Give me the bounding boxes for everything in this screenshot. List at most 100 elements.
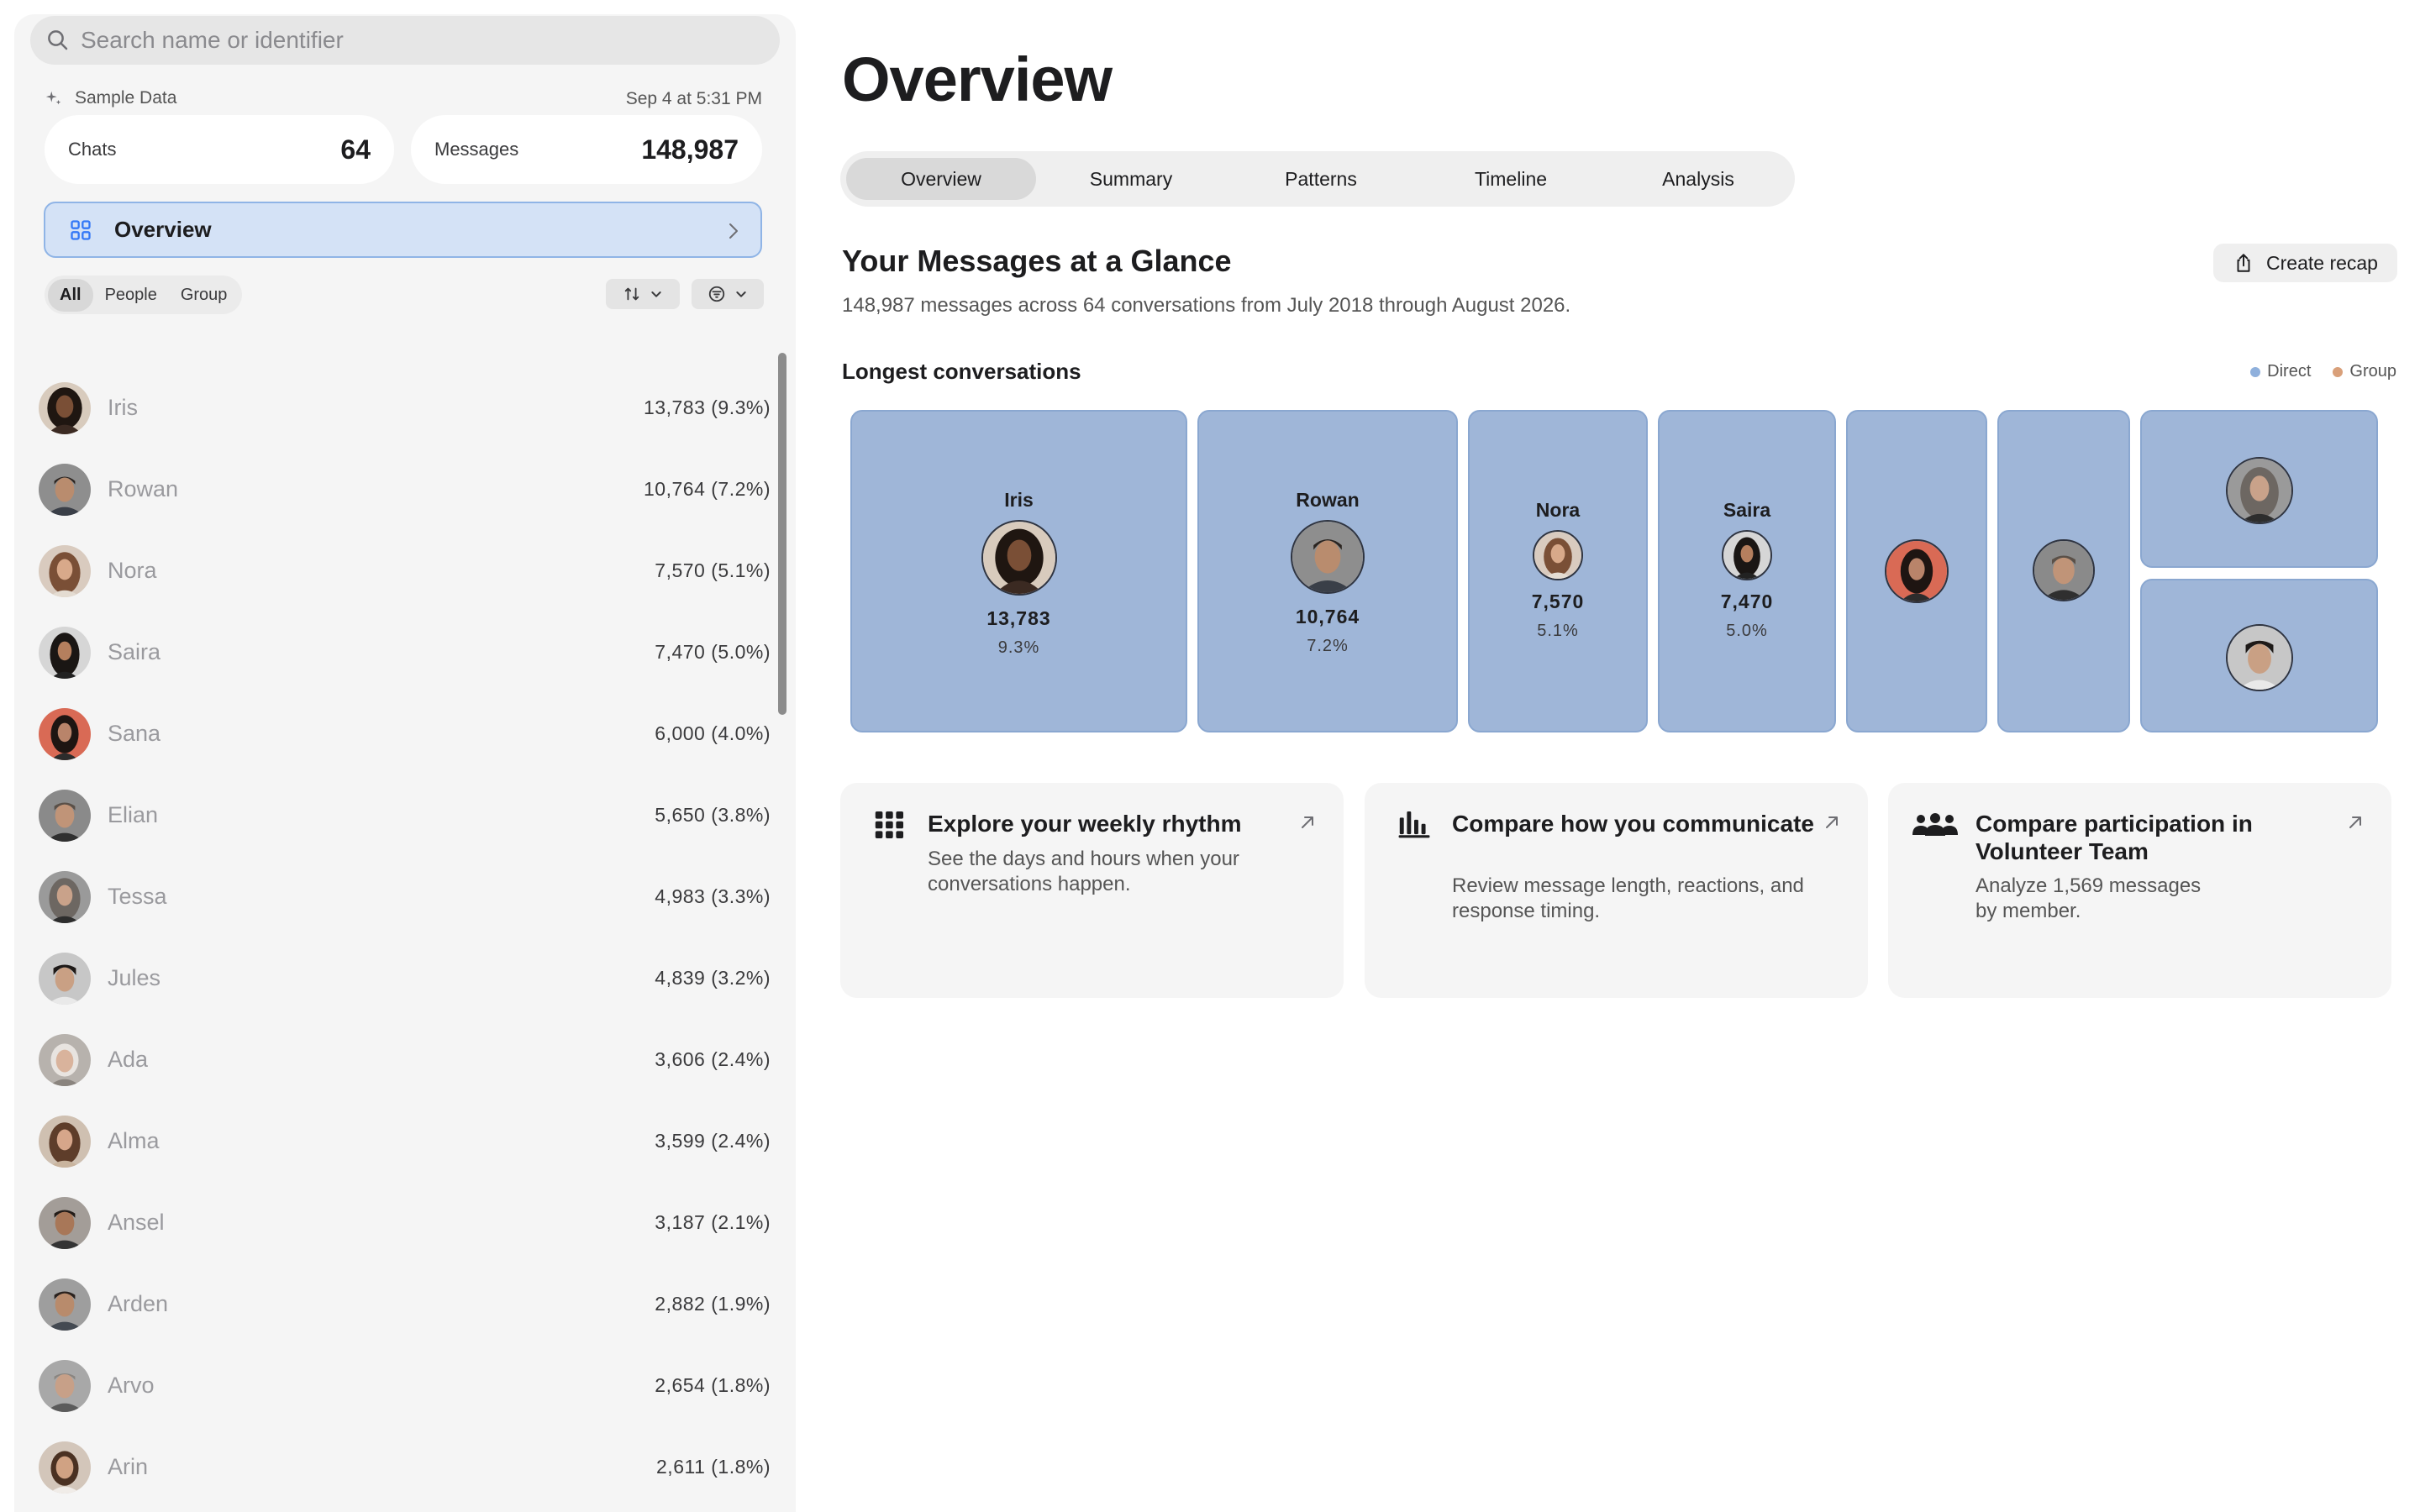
- contact-name: Arin: [108, 1454, 149, 1479]
- contact-row[interactable]: Saira 7,470 (5.0%): [14, 612, 771, 693]
- contact-row[interactable]: Elian 5,650 (3.8%): [14, 774, 771, 856]
- weekly-rhythm-card[interactable]: Explore your weekly rhythm See the days …: [840, 783, 1344, 998]
- legend-direct-label: Direct: [2267, 362, 2312, 381]
- tile-percent: 5.0%: [1726, 622, 1768, 640]
- contact-message-count: 4,839 (3.2%): [655, 967, 771, 989]
- tab-summary[interactable]: Summary: [1036, 158, 1226, 200]
- filter-menu-button[interactable]: [692, 279, 764, 309]
- create-recap-button[interactable]: Create recap: [2213, 244, 2397, 282]
- contact-name: Elian: [108, 802, 159, 827]
- avatar: [2226, 624, 2293, 691]
- tab-overview[interactable]: Overview: [846, 158, 1036, 200]
- grid-dots-icon: [875, 811, 903, 838]
- messages-label: Messages: [434, 139, 519, 160]
- avatar: [39, 544, 91, 597]
- avatar: [1291, 520, 1365, 594]
- avatar: [39, 1359, 91, 1412]
- contact-name: Sana: [108, 721, 161, 746]
- contact-row[interactable]: Arvo 2,654 (1.8%): [14, 1345, 771, 1426]
- filter-group[interactable]: Group: [169, 279, 239, 312]
- data-source: Sample Data: [45, 88, 176, 108]
- avatar: [39, 381, 91, 434]
- chevron-right-icon: [729, 223, 738, 239]
- conversation-type-filter: All People Group: [45, 276, 243, 314]
- treemap-tile[interactable]: Nora 7,570 5.1%: [1468, 410, 1648, 732]
- contact-message-count: 3,187 (2.1%): [655, 1211, 771, 1233]
- avatar: [39, 626, 91, 679]
- contact-row[interactable]: Alma 3,599 (2.4%): [14, 1100, 771, 1182]
- tile-count: 10,764: [1295, 606, 1360, 627]
- contact-name: Tessa: [108, 884, 167, 909]
- treemap-tile[interactable]: [1997, 410, 2130, 732]
- communication-card[interactable]: Compare how you communicate Review messa…: [1365, 783, 1868, 998]
- treemap-tile[interactable]: Saira 7,470 5.0%: [1658, 410, 1836, 732]
- card-description: See the days and hours when your convers…: [928, 848, 1239, 895]
- filter-people[interactable]: People: [93, 279, 169, 312]
- contact-row[interactable]: Arin 2,611 (1.8%): [14, 1426, 771, 1508]
- card-title: Compare how you communicate: [1452, 811, 1814, 837]
- chevron-down-icon: [651, 291, 661, 297]
- contact-name: Rowan: [108, 476, 179, 501]
- treemap-tile[interactable]: Rowan 10,764 7.2%: [1197, 410, 1458, 732]
- share-icon: [2237, 254, 2250, 272]
- avatar: [39, 1278, 91, 1331]
- search-input[interactable]: [81, 27, 753, 54]
- avatar: [2226, 457, 2293, 524]
- arrow-up-right-icon: [1826, 816, 1838, 828]
- tab-analysis[interactable]: Analysis: [1606, 158, 1791, 200]
- contact-row[interactable]: Tessa 4,983 (3.3%): [14, 856, 771, 937]
- source-label: Sample Data: [75, 88, 177, 108]
- glance-title: Your Messages at a Glance: [842, 244, 1232, 278]
- legend-group-label: Group: [2349, 362, 2396, 381]
- avatar: [39, 1033, 91, 1086]
- bar-chart-icon: [1398, 811, 1430, 838]
- contact-row[interactable]: Nora 7,570 (5.1%): [14, 530, 771, 612]
- card-description: Review message length, reactions, and re…: [1452, 874, 1804, 922]
- contact-name: Jules: [108, 965, 161, 990]
- contact-row[interactable]: Ada 3,606 (2.4%): [14, 1019, 771, 1100]
- treemap-tile[interactable]: [1846, 410, 1987, 732]
- contact-row[interactable]: Iris 13,783 (9.3%): [14, 367, 771, 449]
- contact-message-count: 2,611 (1.8%): [656, 1456, 771, 1478]
- card-description: Analyze 1,569 messages by member.: [1975, 874, 2202, 922]
- overview-nav-item[interactable]: Overview: [44, 202, 762, 258]
- contact-row[interactable]: Ansel 3,187 (2.1%): [14, 1182, 771, 1263]
- sort-menu-button[interactable]: [606, 279, 680, 309]
- tab-patterns[interactable]: Patterns: [1226, 158, 1416, 200]
- search-icon: [48, 30, 68, 50]
- page-title: Overview: [842, 45, 1113, 114]
- contact-name: Arvo: [108, 1373, 155, 1398]
- contact-message-count: 2,654 (1.8%): [655, 1374, 771, 1396]
- contact-row[interactable]: Sana 6,000 (4.0%): [14, 693, 771, 774]
- tile-name: Saira: [1723, 499, 1771, 521]
- contact-message-count: 3,599 (2.4%): [655, 1130, 771, 1152]
- treemap-tile[interactable]: [2140, 410, 2378, 568]
- avatar: [39, 952, 91, 1005]
- avatar: [39, 789, 91, 842]
- avatar: [39, 463, 91, 516]
- contact-row[interactable]: Rowan 10,764 (7.2%): [14, 449, 771, 530]
- treemap-tile[interactable]: Iris 13,783 9.3%: [850, 410, 1187, 732]
- glance-subtitle: 148,987 messages across 64 conversations…: [842, 294, 1571, 317]
- tile-percent: 5.1%: [1537, 622, 1579, 640]
- contact-row[interactable]: Jules 4,839 (3.2%): [14, 937, 771, 1019]
- tile-name: Nora: [1535, 499, 1581, 521]
- contact-row[interactable]: Arden 2,882 (1.9%): [14, 1263, 771, 1345]
- filter-all[interactable]: All: [48, 278, 93, 312]
- contact-list-scrollbar[interactable]: [778, 353, 786, 715]
- contact-name: Iris: [108, 395, 138, 420]
- contact-name: Ada: [108, 1047, 149, 1072]
- last-updated-timestamp: Sep 4 at 5:31 PM: [625, 89, 762, 108]
- card-title: Compare participation in Volunteer Team: [1975, 811, 2253, 864]
- treemap-tile[interactable]: [2140, 579, 2378, 732]
- search-bar[interactable]: [30, 16, 780, 65]
- tab-timeline[interactable]: Timeline: [1416, 158, 1606, 200]
- avatar: [1533, 530, 1583, 580]
- contact-name: Alma: [108, 1128, 160, 1153]
- legend-direct-swatch: [2250, 366, 2261, 377]
- legend-group: Group: [2333, 362, 2396, 381]
- tile-count: 7,470: [1720, 591, 1774, 612]
- arrow-up-right-icon: [2349, 816, 2361, 828]
- avatar: [39, 870, 91, 923]
- participation-card[interactable]: Compare participation in Volunteer Team …: [1888, 783, 2391, 998]
